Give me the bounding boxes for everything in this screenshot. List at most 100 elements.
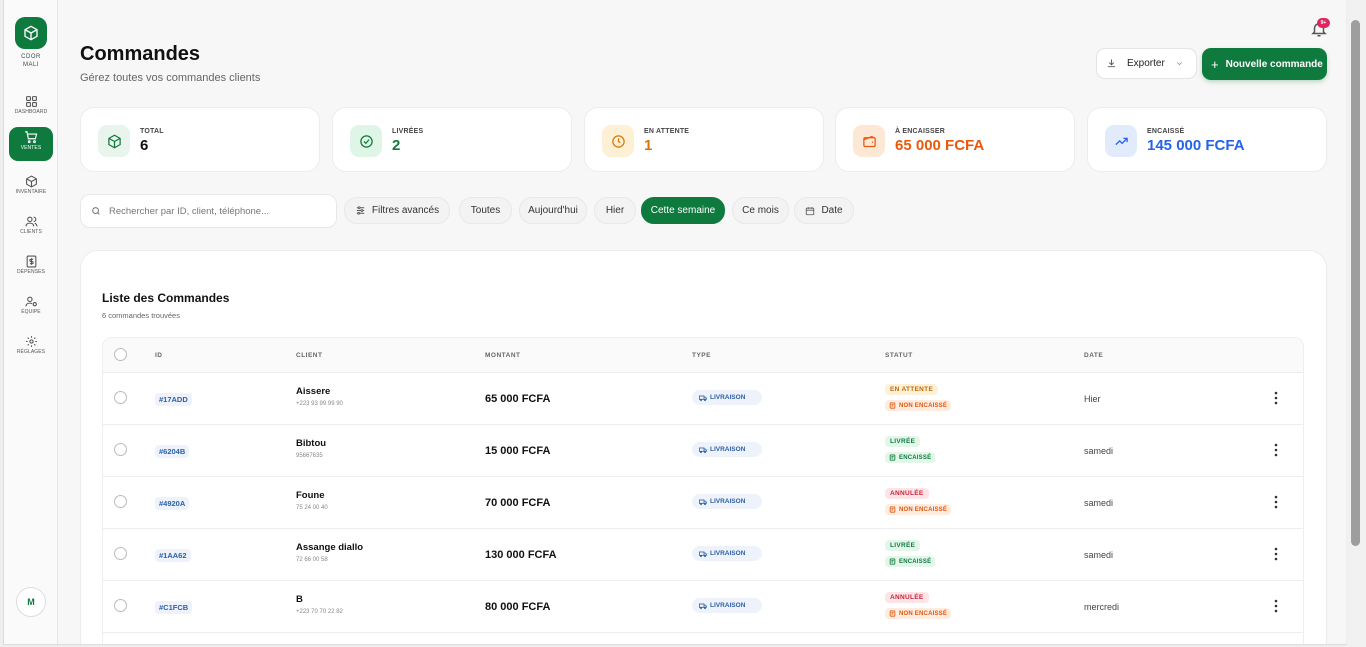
row-checkbox[interactable] bbox=[114, 599, 127, 612]
avatar[interactable]: M bbox=[16, 587, 46, 617]
filter-chip-this-month[interactable]: Ce mois bbox=[732, 197, 789, 224]
order-id[interactable]: #17ADD bbox=[155, 393, 192, 406]
row-checkbox[interactable] bbox=[114, 443, 127, 456]
payment-badge: ENCAISSÉ bbox=[885, 556, 936, 567]
payment-badge: ENCAISSÉ bbox=[885, 452, 936, 463]
stat-value: 65 000 FCFA bbox=[895, 137, 985, 154]
more-vertical-icon[interactable] bbox=[1271, 390, 1281, 406]
orders-card: Liste des Commandes 6 commandes trouvées… bbox=[80, 250, 1327, 644]
export-button[interactable]: Exporter bbox=[1096, 48, 1197, 79]
filter-chip-yesterday[interactable]: Hier bbox=[594, 197, 636, 224]
sidebar-item-label: ÉQUIPE bbox=[21, 309, 41, 315]
row-checkbox[interactable] bbox=[114, 391, 127, 404]
stat-card-delivered: LIVRÉES 2 bbox=[332, 107, 572, 172]
order-date: samedi bbox=[1084, 498, 1114, 508]
status-badge: LIVRÉE bbox=[885, 436, 921, 447]
order-id[interactable]: #C1FCB bbox=[155, 601, 193, 614]
page-title: Commandes bbox=[80, 43, 201, 65]
table-row[interactable]: #1AA62 Assange diallo 72 66 00 58 130 00… bbox=[103, 529, 1303, 581]
stat-icon-wrap bbox=[98, 125, 130, 157]
column-header-date[interactable]: DATE bbox=[1084, 352, 1103, 359]
search-input[interactable]: Rechercher par ID, client, téléphone... bbox=[80, 194, 337, 228]
client-phone: +223 93 99 99 90 bbox=[296, 401, 343, 407]
type-badge: LIVRAISON bbox=[692, 546, 762, 561]
sidebar-item-equipe[interactable]: ÉQUIPE bbox=[9, 292, 53, 326]
sidebar-item-inventaire[interactable]: INVENTAIRE bbox=[9, 172, 53, 206]
sidebar-item-label: RÉGLAGES bbox=[16, 349, 46, 355]
more-vertical-icon[interactable] bbox=[1271, 494, 1281, 510]
column-header-id[interactable]: ID bbox=[155, 352, 163, 359]
check-circle-icon bbox=[359, 134, 373, 148]
users-icon bbox=[25, 216, 37, 227]
payment-label: NON ENCAISSÉ bbox=[899, 610, 948, 617]
dollar-icon bbox=[26, 255, 36, 268]
more-vertical-icon[interactable] bbox=[1271, 598, 1281, 614]
order-id[interactable]: #6204B bbox=[155, 445, 190, 458]
scrollbar-thumb[interactable] bbox=[1351, 20, 1360, 546]
column-header-status[interactable]: STATUT bbox=[885, 352, 913, 359]
table-row[interactable]: #4920A Foune 75 24 00 40 70 000 FCFA LIV… bbox=[103, 477, 1303, 529]
client-phone: 95667635 bbox=[296, 453, 323, 459]
stat-label: À ENCAISSER bbox=[895, 128, 946, 135]
scrollbar[interactable] bbox=[1347, 0, 1366, 647]
more-vertical-icon[interactable] bbox=[1271, 442, 1281, 458]
sidebar-item-depenses[interactable]: DÉPENSES bbox=[9, 252, 53, 286]
filter-chip-all[interactable]: Toutes bbox=[459, 197, 512, 224]
page-subtitle: Gérez toutes vos commandes clients bbox=[80, 72, 261, 84]
payment-label: ENCAISSÉ bbox=[899, 454, 932, 461]
more-vertical-icon[interactable] bbox=[1271, 546, 1281, 562]
advanced-filters-button[interactable]: Filtres avancés bbox=[344, 197, 450, 224]
type-badge: LIVRAISON bbox=[692, 442, 762, 457]
stat-card-pending: EN ATTENTE 1 bbox=[584, 107, 824, 172]
calendar-icon bbox=[806, 206, 815, 215]
status-badge: LIVRÉE bbox=[885, 540, 921, 551]
table-row[interactable]: #C1FCB B +223 70 70 22 82 80 000 FCFA LI… bbox=[103, 581, 1303, 633]
sidebar-item-dashboard[interactable]: DASHBOARD bbox=[9, 92, 53, 126]
clock-icon bbox=[611, 134, 625, 148]
column-header-client[interactable]: CLIENT bbox=[296, 352, 322, 359]
type-badge: LIVRAISON bbox=[692, 598, 762, 613]
filter-chip-this-week[interactable]: Cette semaine bbox=[641, 197, 725, 224]
sidebar-item-reglages[interactable]: RÉGLAGES bbox=[9, 332, 53, 366]
truck-icon bbox=[699, 551, 707, 557]
type-badge: LIVRAISON bbox=[692, 390, 762, 405]
order-amount: 130 000 FCFA bbox=[485, 549, 557, 561]
date-filter-button[interactable]: Date bbox=[794, 197, 854, 224]
stat-value: 145 000 FCFA bbox=[1147, 137, 1245, 154]
stat-label: EN ATTENTE bbox=[644, 128, 690, 135]
order-id[interactable]: #4920A bbox=[155, 497, 190, 510]
row-checkbox[interactable] bbox=[114, 495, 127, 508]
select-all-checkbox[interactable] bbox=[114, 348, 127, 361]
status-badge: EN ATTENTE bbox=[885, 384, 939, 395]
column-header-type[interactable]: TYPE bbox=[692, 352, 711, 359]
stat-card-collected: ENCAISSÉ 145 000 FCFA bbox=[1087, 107, 1327, 172]
client-name: Bibtou bbox=[296, 438, 327, 449]
order-date: mercredi bbox=[1084, 602, 1120, 612]
row-checkbox[interactable] bbox=[114, 547, 127, 560]
client-name: Aissere bbox=[296, 386, 331, 397]
logo[interactable] bbox=[15, 17, 47, 49]
truck-icon bbox=[699, 603, 707, 609]
type-label: LIVRAISON bbox=[710, 394, 746, 401]
new-order-button[interactable]: + Nouvelle commande bbox=[1202, 48, 1327, 80]
sidebar-item-clients[interactable]: CLIENTS bbox=[9, 212, 53, 246]
sidebar: CDOR MALI DASHBOARD VENTES INVENTAIRE CL… bbox=[4, 0, 58, 644]
client-name: Assange diallo bbox=[296, 542, 364, 553]
cart-icon bbox=[25, 131, 38, 144]
table-row[interactable]: #17ADD Aissere +223 93 99 99 90 65 000 F… bbox=[103, 373, 1303, 425]
status-badge: ANNULÉE bbox=[885, 488, 929, 499]
stat-value: 2 bbox=[392, 137, 401, 154]
advanced-filters-label: Filtres avancés bbox=[371, 205, 440, 216]
status-badge: ANNULÉE bbox=[885, 592, 929, 603]
order-amount: 80 000 FCFA bbox=[485, 601, 551, 613]
type-label: LIVRAISON bbox=[710, 550, 746, 557]
table-row[interactable]: #6204B Bibtou 95667635 15 000 FCFA LIVRA… bbox=[103, 425, 1303, 477]
order-id[interactable]: #1AA62 bbox=[155, 549, 191, 562]
receipt-icon bbox=[889, 454, 896, 461]
filter-chip-today[interactable]: Aujourd'hui bbox=[519, 197, 587, 224]
sidebar-item-ventes[interactable]: VENTES bbox=[9, 127, 53, 161]
brand-line-1: CDOR bbox=[21, 54, 41, 60]
box-icon bbox=[25, 175, 37, 188]
stat-icon-wrap bbox=[602, 125, 634, 157]
column-header-amount[interactable]: MONTANT bbox=[485, 352, 521, 359]
